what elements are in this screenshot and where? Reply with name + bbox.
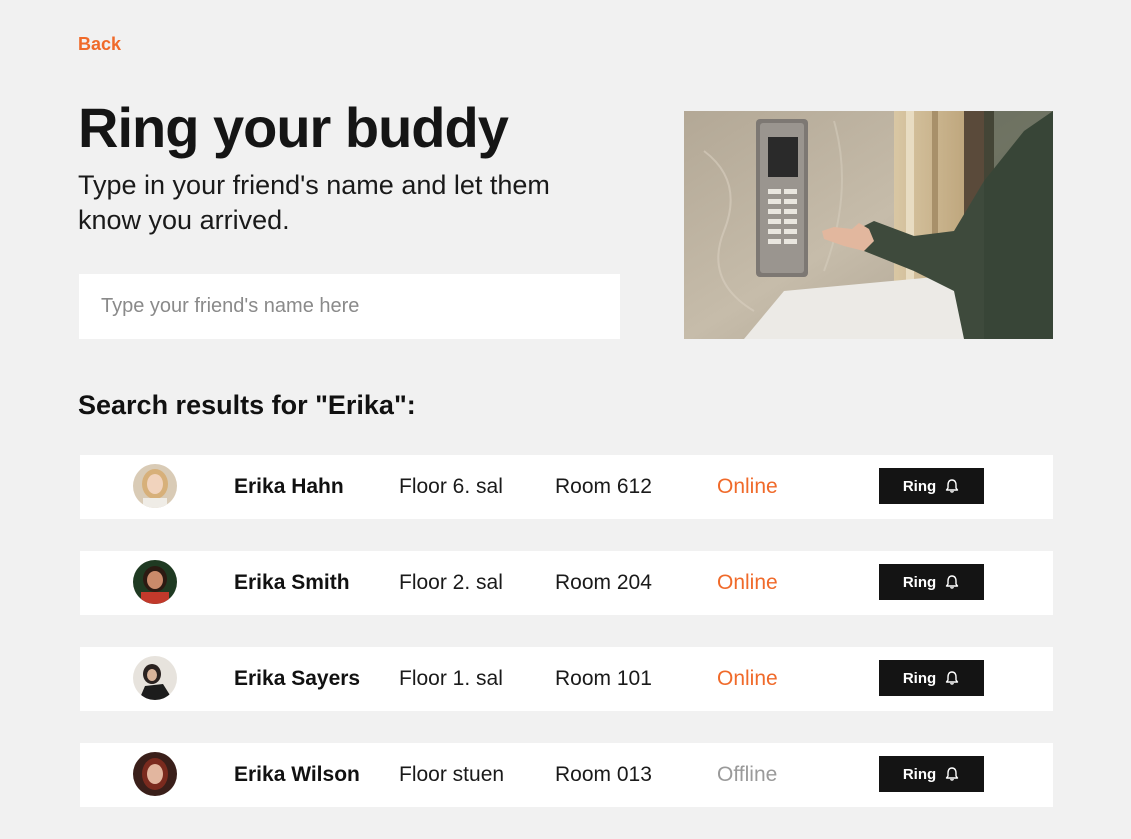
results-heading: Search results for "Erika": [78,390,416,420]
status-label: Online [717,571,778,594]
result-row: Erika Sayers Floor 1. sal Room 101 Onlin… [80,647,1053,711]
intercom-photo [684,111,1053,339]
friend-floor: Floor stuen [399,763,505,786]
ring-button-label: Ring [902,765,937,783]
friend-room: Room 612 [555,475,652,498]
friend-room: Room 101 [555,667,652,690]
back-link[interactable]: Back [78,34,121,55]
friend-name: Erika Hahn [234,475,344,498]
ring-button-label: Ring [902,573,937,591]
friend-room: Room 204 [555,571,652,594]
avatar [133,464,177,508]
friend-name: Erika Sayers [234,667,361,690]
friend-floor: Floor 6. sal [399,475,503,498]
status-label: Online [717,667,778,690]
page-subtitle: Type in your friend's name and let them … [78,170,550,235]
result-row: Erika Wilson Floor stuen Room 013 Offlin… [80,743,1053,807]
avatar [133,752,177,796]
status-label: Online [717,475,778,498]
ring-button-label: Ring [902,477,937,495]
avatar [133,656,177,700]
ring-button[interactable]: Ring [879,468,984,504]
result-row: Erika Hahn Floor 6. sal Room 612 Online … [80,455,1053,519]
ring-button[interactable]: Ring [879,756,984,792]
ring-button[interactable]: Ring [879,564,984,600]
results-list: Erika Hahn Floor 6. sal Room 612 Online … [80,455,1053,839]
bell-icon [945,671,959,685]
ring-button[interactable]: Ring [879,660,984,696]
friend-floor: Floor 1. sal [399,667,503,690]
bell-icon [945,575,959,589]
friend-name: Erika Smith [234,571,350,594]
friend-name: Erika Wilson [234,763,360,786]
result-row: Erika Smith Floor 2. sal Room 204 Online… [80,551,1053,615]
page-title: Ring your buddy [78,96,509,159]
status-label: Offline [717,763,778,786]
bell-icon [945,479,959,493]
friend-room: Room 013 [555,763,652,786]
avatar [133,560,177,604]
bell-icon [945,767,959,781]
ring-button-label: Ring [902,669,937,687]
friend-floor: Floor 2. sal [399,571,503,594]
friend-search-input[interactable] [79,274,620,339]
